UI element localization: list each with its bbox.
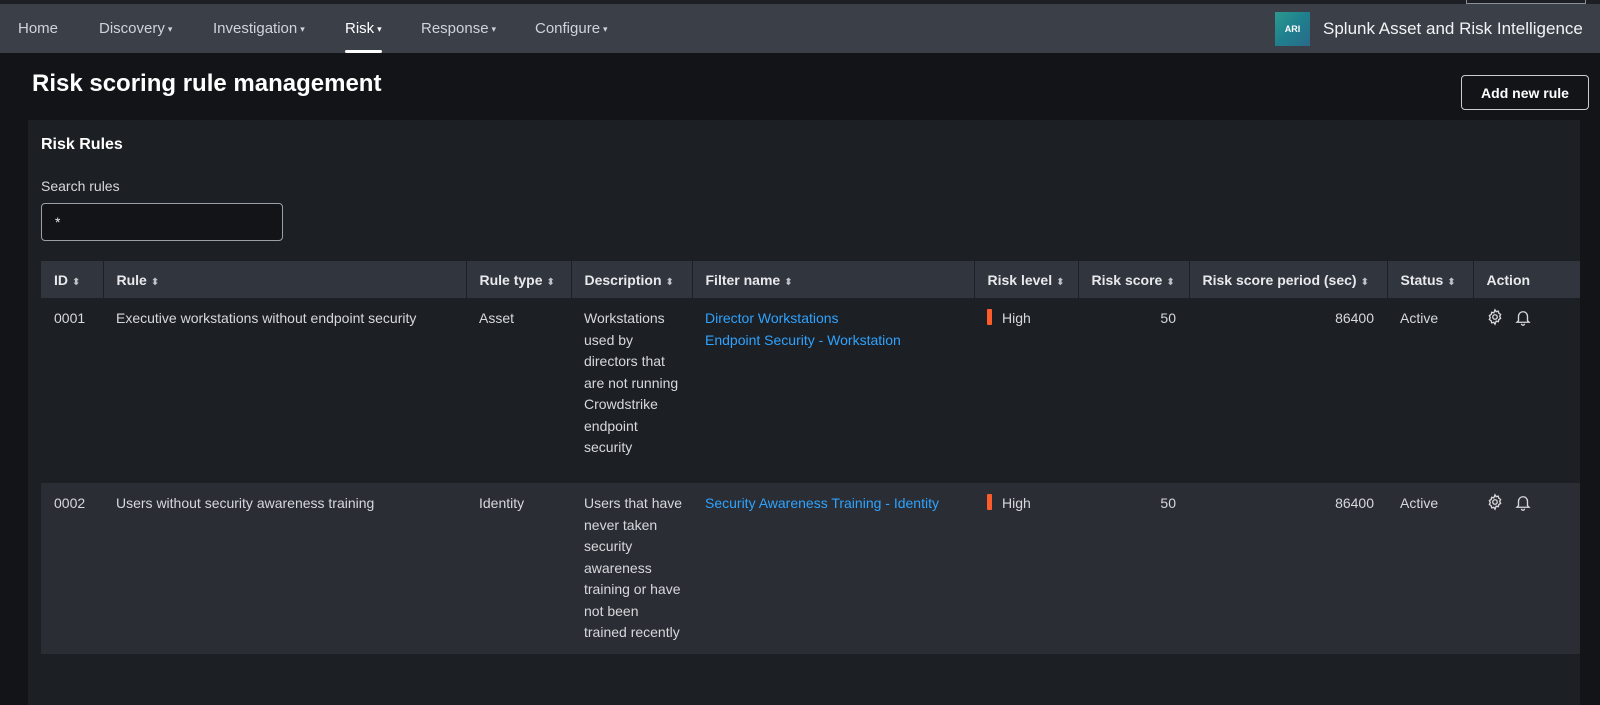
bell-icon[interactable] <box>1514 308 1532 326</box>
sort-icon: ⬍ <box>72 276 81 288</box>
nav-home[interactable]: Home <box>18 4 58 53</box>
panel-title: Risk Rules <box>41 136 123 153</box>
cell-risk-score: 50 <box>1160 310 1176 326</box>
app-name: Splunk Asset and Risk Intelligence <box>1323 19 1583 38</box>
cell-risk-score: 50 <box>1160 495 1176 511</box>
table-header-row: ID ⬍ Rule ⬍ Rule type ⬍ Description ⬍ Filter… <box>41 261 1580 298</box>
cell-risk-score-period: 86400 <box>1335 495 1374 511</box>
cell-rule-type: Identity <box>479 495 525 511</box>
filter-link[interactable]: Endpoint Security - Workstation <box>705 330 961 352</box>
page-title: Risk scoring rule management <box>32 70 382 97</box>
gear-icon[interactable] <box>1486 493 1504 511</box>
caret-down-icon: ▾ <box>300 24 305 34</box>
risk-rules-panel: Risk Rules Search rules ID⬍ Rule⬍ Rule t… <box>28 120 1580 705</box>
cell-rule-type: Asset <box>479 310 515 326</box>
column-header-rule-type[interactable]: Rule type ⬍ <box>466 261 572 298</box>
risk-level-label: High <box>1002 495 1031 511</box>
sort-icon: ⬍ <box>784 276 793 288</box>
cell-id: 0002 <box>54 495 86 511</box>
column-header-action: Action <box>1486 271 1531 288</box>
cell-status: Active <box>1400 310 1439 326</box>
cell-actions <box>1473 298 1580 483</box>
risk-rules-table: ID ⬍ Rule ⬍ Rule type ⬍ Description ⬍ Filter… <box>41 261 1580 654</box>
add-new-rule-button[interactable]: Add new rule <box>1461 75 1589 110</box>
caret-down-icon: ▾ <box>603 24 608 34</box>
column-header-status[interactable]: Status ⬍ <box>1387 261 1474 298</box>
sort-icon: ⬍ <box>1166 276 1175 288</box>
column-header-description[interactable]: Description ⬍ <box>571 261 693 298</box>
filter-link[interactable]: Security Awareness Training - Identity <box>705 493 961 515</box>
search-label: Search rules <box>41 178 120 194</box>
column-header-risk-score-period[interactable]: Risk score period (sec) ⬍ <box>1189 261 1388 298</box>
column-header-id[interactable]: ID ⬍ <box>41 261 104 298</box>
table-row[interactable]: 0001 Executive workstations without endp… <box>41 298 1580 483</box>
cell-filter-name: Security Awareness Training - Identity <box>692 483 974 654</box>
table-row[interactable]: 0002 Users without security awareness tr… <box>41 483 1580 654</box>
sort-icon: ⬍ <box>1056 276 1065 288</box>
nav-configure[interactable]: Configure ▾ <box>535 4 608 53</box>
sort-icon: ⬍ <box>546 276 555 288</box>
sort-icon: ⬍ <box>150 276 160 288</box>
nav-investigation[interactable]: Investigation ▾ <box>213 4 305 53</box>
sort-icon: ⬍ <box>665 276 674 288</box>
cell-risk-level: High <box>974 298 1078 483</box>
search-input[interactable] <box>41 203 283 241</box>
gear-icon[interactable] <box>1486 308 1504 326</box>
cell-rule: Executive workstations without endpoint … <box>116 310 417 326</box>
cell-id: 0001 <box>54 310 86 326</box>
nav-risk[interactable]: Risk ▾ <box>345 4 382 53</box>
risk-level-indicator <box>987 309 992 325</box>
cell-rule: Users without security awareness trainin… <box>116 495 375 511</box>
app-logo[interactable]: ARI <box>1275 12 1310 46</box>
caret-down-icon: ▾ <box>167 24 173 34</box>
risk-level-label: High <box>1002 310 1031 326</box>
cell-actions <box>1473 483 1580 654</box>
sort-icon: ⬍ <box>1360 276 1369 288</box>
column-header-filter-name[interactable]: Filter name ⬍ <box>692 261 975 298</box>
filter-link[interactable]: Director Workstations <box>705 308 961 330</box>
top-navigation-bar: Home Discovery ▾ Investigation ▾ Risk ▾ Res… <box>0 0 1600 53</box>
cell-description: Workstations used by directors that are … <box>584 310 679 455</box>
column-header-rule[interactable]: Rule ⬍ <box>103 261 467 298</box>
bell-icon[interactable] <box>1514 493 1532 511</box>
risk-level-indicator <box>987 494 992 510</box>
nav-response[interactable]: Response ▾ <box>421 4 496 53</box>
cell-risk-score-period: 86400 <box>1335 310 1374 326</box>
column-header-risk-score[interactable]: Risk score ⬍ <box>1078 261 1190 298</box>
caret-down-icon: ▾ <box>377 24 382 34</box>
cell-filter-name: Director Workstations Endpoint Security … <box>692 298 974 483</box>
column-header-risk-level[interactable]: Risk level ⬍ <box>974 261 1079 298</box>
cell-description: Users that have never taken security awa… <box>584 495 683 640</box>
cell-status: Active <box>1400 495 1439 511</box>
nav-discovery[interactable]: Discovery ▾ <box>99 4 172 53</box>
cell-risk-level: High <box>974 483 1078 654</box>
caret-down-icon: ▾ <box>491 24 497 34</box>
sort-icon: ⬍ <box>1447 276 1456 288</box>
